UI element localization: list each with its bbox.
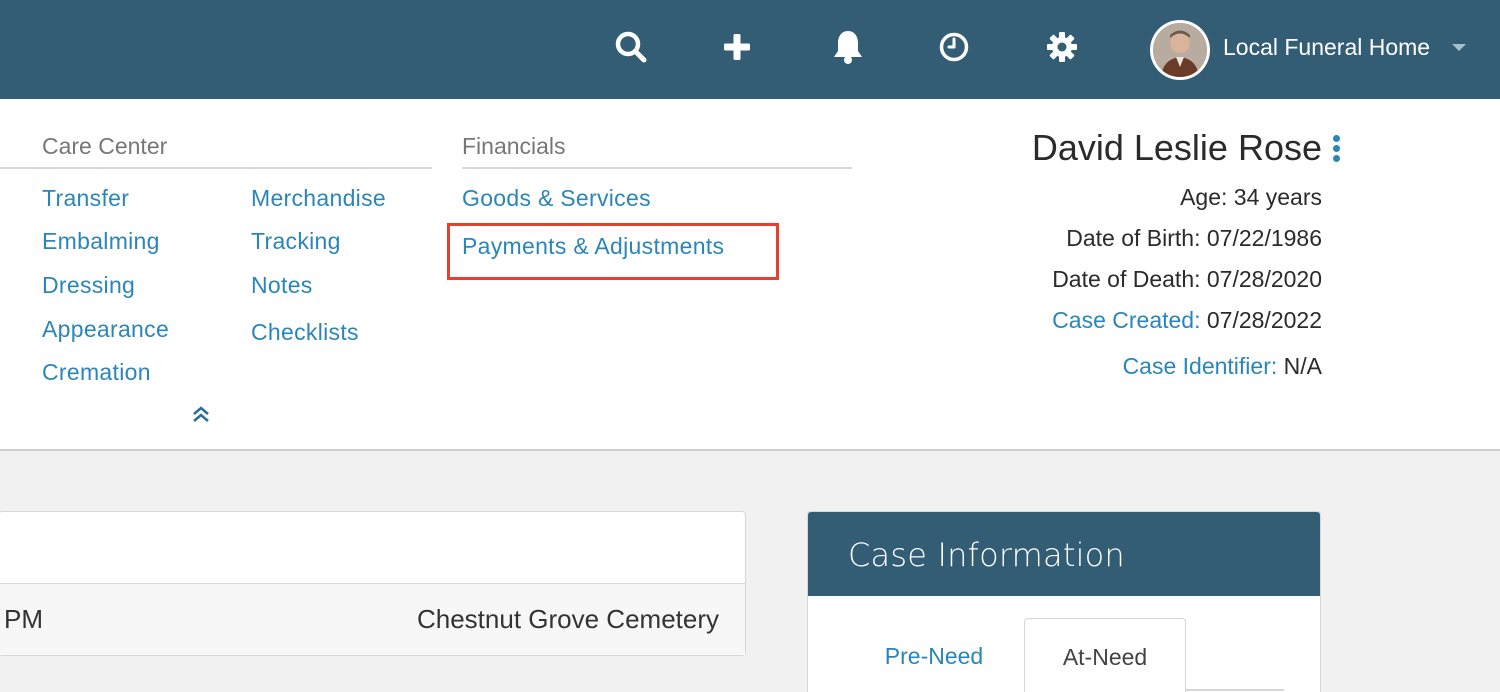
avatar-photo (1153, 23, 1207, 77)
event-time: PM (4, 604, 43, 634)
case-created-value: 07/28/2022 (1206, 307, 1322, 333)
avatar[interactable] (1150, 20, 1210, 80)
nav-link-appearance[interactable]: Appearance (42, 316, 169, 343)
patient-name: David Leslie Rose (1031, 127, 1322, 168)
financials-title: Financials (462, 133, 566, 159)
nav-link-checklists[interactable]: Checklists (251, 319, 359, 346)
more-options-icon[interactable] (1330, 135, 1342, 165)
gear-icon[interactable] (1042, 27, 1082, 67)
patient-dod: Date of Death: 07/28/2020 (1052, 266, 1322, 292)
tab-divider (1186, 689, 1284, 691)
case-created-label[interactable]: Case Created: (1052, 307, 1200, 333)
table-row[interactable]: PM Chestnut Grove Cemetery (0, 583, 745, 655)
case-information-header: Case Information (808, 512, 1320, 596)
nav-link-goods-services[interactable]: Goods & Services (462, 185, 651, 212)
nav-link-notes[interactable]: Notes (251, 272, 313, 299)
top-navbar: Local Funeral Home (0, 0, 1500, 99)
nav-link-payments-adjustments[interactable]: Payments & Adjustments (462, 233, 724, 260)
clock-icon[interactable] (934, 27, 974, 67)
tab-pre-need[interactable]: Pre-Need (846, 618, 1022, 692)
financials-divider (462, 167, 852, 169)
nav-link-embalming[interactable]: Embalming (42, 228, 160, 255)
account-name[interactable]: Local Funeral Home (1223, 34, 1430, 61)
chevron-down-icon[interactable] (1452, 44, 1466, 51)
care-center-divider (0, 167, 432, 169)
search-icon[interactable] (611, 27, 651, 67)
plus-icon[interactable] (717, 27, 757, 67)
nav-link-transfer[interactable]: Transfer (42, 185, 129, 212)
case-information-title: Case Information (848, 536, 1125, 574)
nav-link-tracking[interactable]: Tracking (251, 228, 341, 255)
case-header-panel: Care Center Transfer Embalming Dressing … (0, 99, 1500, 451)
care-center-title: Care Center (42, 133, 168, 159)
patient-dob: Date of Birth: 07/22/1986 (1066, 225, 1322, 251)
case-identifier-value: N/A (1283, 353, 1322, 379)
case-identifier-label[interactable]: Case Identifier: (1123, 353, 1278, 379)
event-location: Chestnut Grove Cemetery (416, 604, 719, 634)
nav-link-merchandise[interactable]: Merchandise (251, 185, 386, 212)
case-created: Case Created: 07/28/2022 (1052, 307, 1322, 334)
tab-at-need[interactable]: At-Need (1024, 618, 1186, 692)
bell-icon[interactable] (828, 27, 868, 67)
patient-age: Age: 34 years (1180, 184, 1322, 210)
case-information-card: Case Information Pre-Need At-Need (807, 511, 1321, 692)
chevron-double-up-icon[interactable] (190, 404, 212, 426)
nav-link-dressing[interactable]: Dressing (42, 272, 135, 299)
nav-link-cremation[interactable]: Cremation (42, 359, 151, 386)
case-identifier: Case Identifier: N/A (1123, 353, 1322, 380)
event-card: PM Chestnut Grove Cemetery (0, 511, 746, 656)
